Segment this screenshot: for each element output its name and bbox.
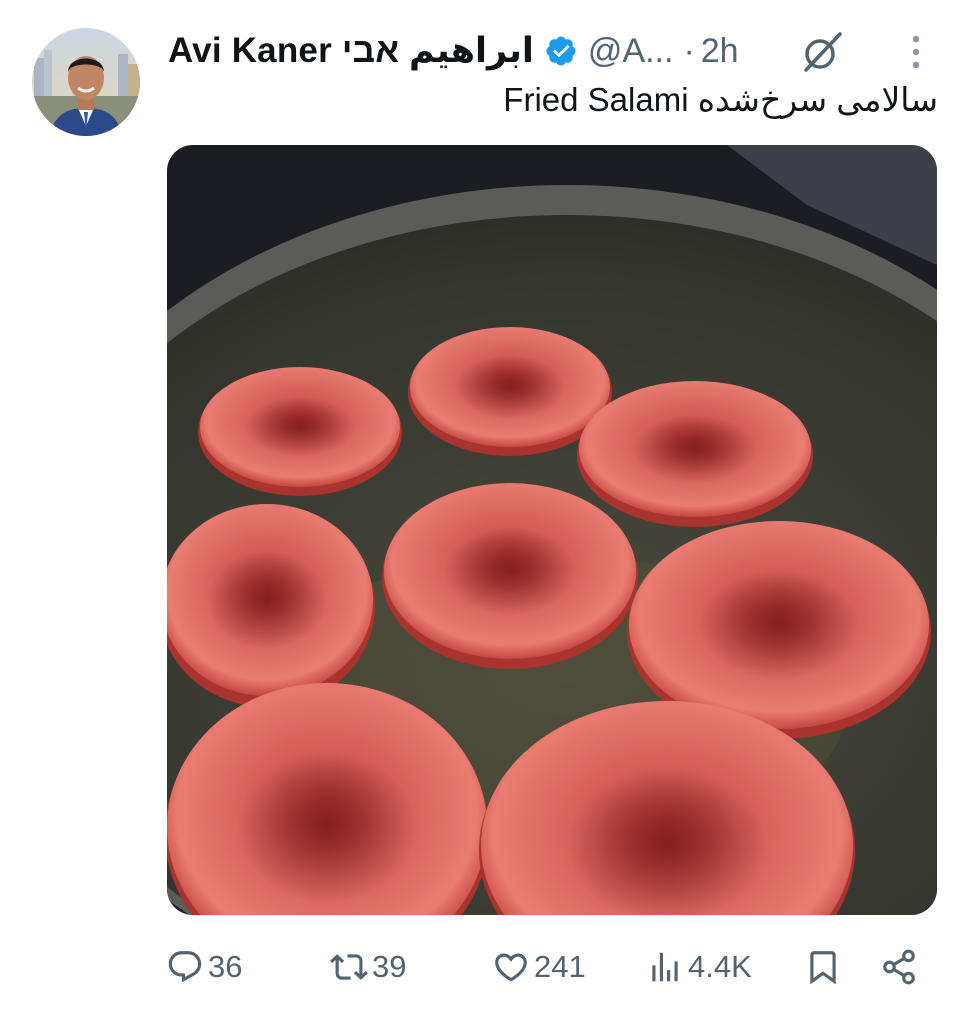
share-button[interactable] — [880, 944, 922, 990]
verified-badge-icon — [546, 36, 576, 66]
grok-icon[interactable] — [798, 28, 846, 76]
retweet-button[interactable]: 39 — [330, 944, 406, 990]
reply-button[interactable]: 36 — [166, 944, 242, 990]
like-button[interactable]: 241 — [492, 944, 586, 990]
views-count: 4.4K — [688, 949, 752, 984]
tweet-text: Fried Salami سالامی سرخ‌شده — [503, 81, 938, 118]
action-bar: 36 39 241 4.4K — [166, 944, 926, 990]
tweet-header: Avi Kaner ابراهيم אבי @A... · 2h — [168, 26, 948, 76]
like-count: 241 — [534, 949, 586, 984]
tweet[interactable]: Avi Kaner ابراهيم אבי @A... · 2h Fried S… — [0, 0, 970, 1024]
avatar[interactable] — [32, 28, 140, 136]
display-name[interactable]: Avi Kaner ابراهيم אבי — [168, 31, 534, 71]
reply-icon — [168, 951, 202, 983]
handle[interactable]: @A... — [588, 32, 674, 71]
retweet-count: 39 — [372, 949, 407, 984]
views-button[interactable]: 4.4K — [646, 944, 752, 990]
reply-count: 36 — [208, 949, 243, 984]
heart-icon — [495, 953, 527, 982]
views-chart-icon — [652, 952, 678, 982]
timestamp[interactable]: 2h — [701, 32, 739, 71]
more-vertical-icon[interactable] — [902, 32, 930, 72]
separator-dot: · — [683, 31, 695, 70]
tweet-photo[interactable] — [167, 145, 937, 915]
bookmark-button[interactable] — [804, 944, 846, 990]
bookmark-icon — [810, 951, 836, 985]
share-icon — [883, 949, 915, 985]
retweet-icon — [330, 954, 368, 980]
